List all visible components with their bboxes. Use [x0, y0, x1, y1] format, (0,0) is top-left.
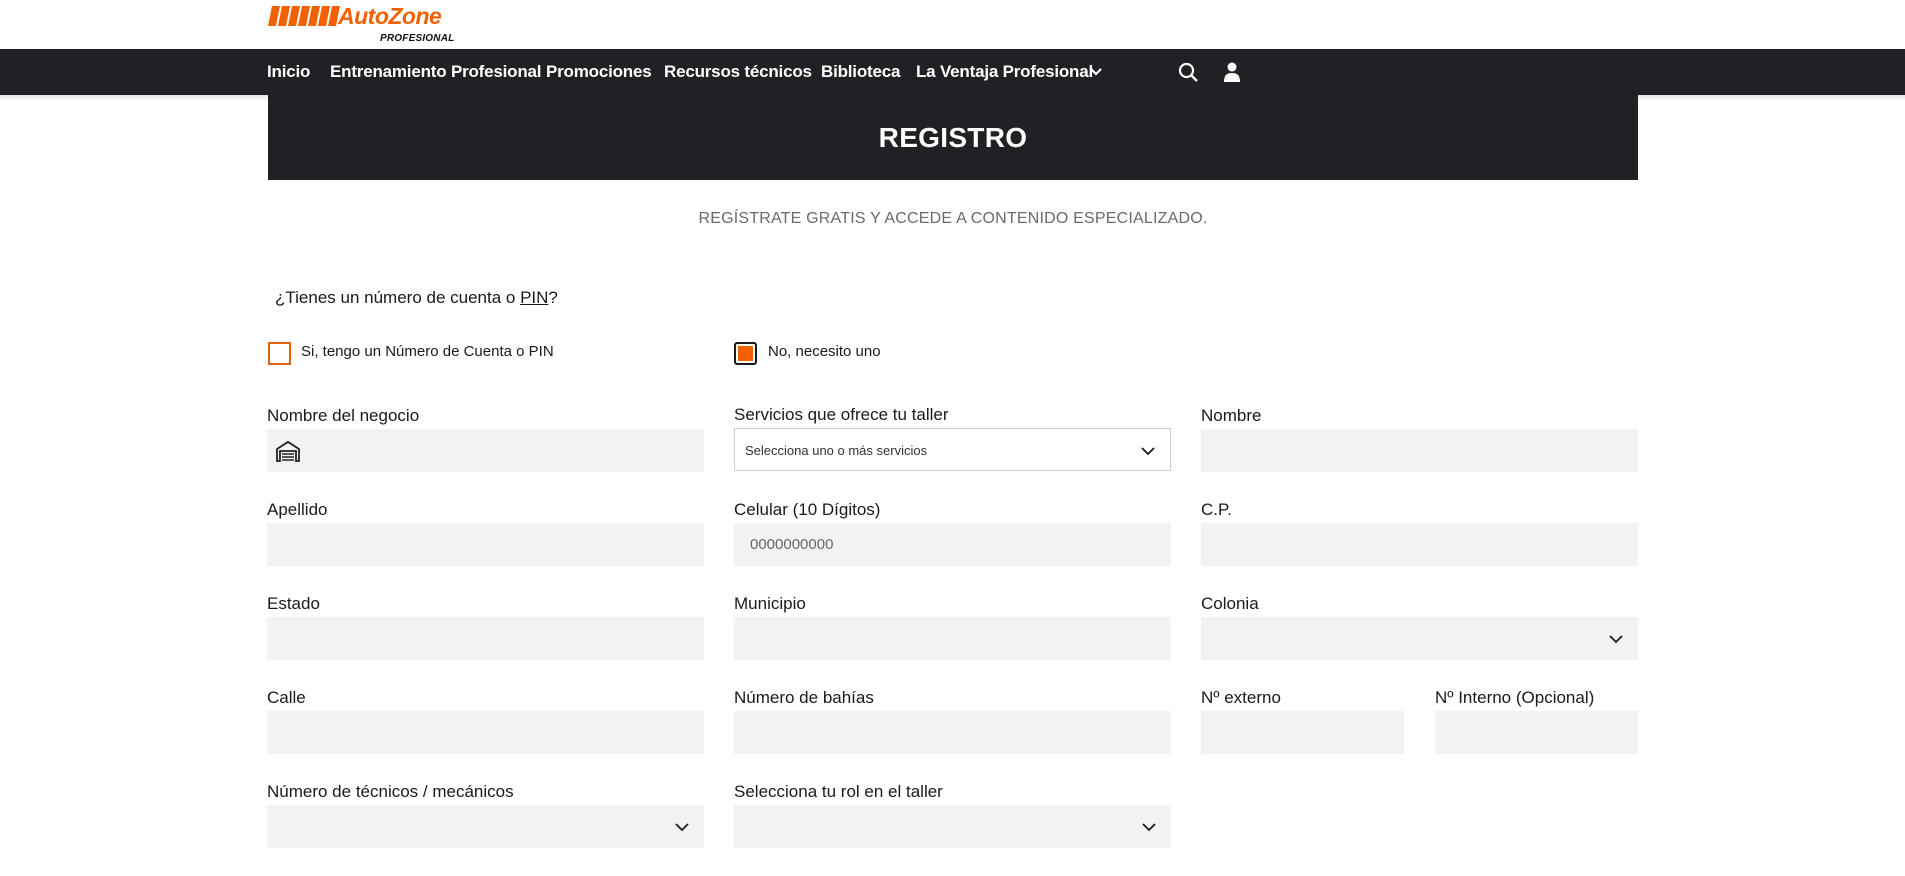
neighborhood-label: Colonia: [1201, 594, 1259, 613]
nav-item-promociones[interactable]: Promociones: [546, 49, 652, 95]
cellphone-input[interactable]: 0000000000: [734, 523, 1171, 566]
user-icon[interactable]: [1223, 62, 1241, 82]
logo-subtitle: PROFESIONAL: [380, 33, 455, 44]
business-name-input[interactable]: [267, 429, 704, 472]
services-select[interactable]: Selecciona uno o más servicios: [734, 428, 1171, 471]
business-name-label: Nombre del negocio: [267, 406, 420, 425]
garage-icon: [276, 440, 300, 462]
services-placeholder: Selecciona uno o más servicios: [745, 443, 928, 458]
nav-item-inicio[interactable]: Inicio: [267, 49, 310, 95]
municipality-input[interactable]: [734, 617, 1171, 660]
neighborhood-select[interactable]: [1201, 617, 1638, 660]
ext-number-input[interactable]: [1201, 711, 1404, 754]
has-account-label: Si, tengo un Número de Cuenta o PIN: [301, 343, 554, 360]
cellphone-placeholder: 0000000000: [750, 536, 834, 553]
main-nav: Inicio Entrenamiento Profesional Promoci…: [0, 49, 1905, 95]
state-input[interactable]: [267, 617, 704, 660]
need-account-checkbox[interactable]: [734, 342, 757, 365]
search-icon[interactable]: [1178, 62, 1198, 82]
bays-label: Número de bahías: [734, 688, 874, 707]
technicians-select[interactable]: [267, 805, 704, 848]
chevron-down-icon: [675, 823, 689, 832]
role-label: Selecciona tu rol en el taller: [734, 782, 943, 801]
street-input[interactable]: [267, 711, 704, 754]
autozone-logo[interactable]: AutoZone PROFESIONAL: [268, 3, 454, 44]
logo-wordmark: AutoZone: [338, 3, 442, 29]
int-number-label: Nº Interno (Opcional): [1435, 688, 1595, 707]
state-label: Estado: [267, 594, 320, 613]
bays-input[interactable]: [734, 711, 1171, 754]
zip-label: C.P.: [1201, 500, 1232, 519]
nav-item-recursos[interactable]: Recursos técnicos: [664, 49, 812, 95]
has-account-checkbox[interactable]: [268, 342, 291, 365]
last-name-input[interactable]: [267, 523, 704, 566]
role-select[interactable]: [734, 805, 1171, 848]
nav-item-ventaja[interactable]: La Ventaja Profesional: [916, 49, 1093, 95]
need-account-label: No, necesito uno: [768, 343, 881, 360]
first-name-label: Nombre: [1201, 406, 1262, 425]
page-title: REGISTRO: [878, 122, 1028, 153]
zip-input[interactable]: [1201, 523, 1638, 566]
page-subtitle: REGÍSTRATE GRATIS Y ACCEDE A CONTENIDO E…: [698, 210, 1208, 227]
first-name-input[interactable]: [1201, 429, 1638, 472]
chevron-down-icon: [1609, 635, 1623, 644]
last-name-label: Apellido: [267, 500, 328, 519]
account-question-text: ¿Tienes un número de cuenta o: [275, 288, 521, 307]
chevron-down-icon: [1142, 823, 1156, 832]
nav-item-entrenamiento[interactable]: Entrenamiento Profesional: [330, 49, 542, 95]
cellphone-label: Celular (10 Dígitos): [734, 500, 881, 519]
top-header: AutoZone PROFESIONAL: [0, 0, 1905, 49]
account-question: ¿Tienes un número de cuenta o PIN?: [275, 288, 558, 308]
pin-link[interactable]: PIN: [520, 288, 548, 307]
nav-item-biblioteca[interactable]: Biblioteca: [821, 49, 900, 95]
services-label: Servicios que ofrece tu taller: [734, 405, 949, 424]
int-number-input[interactable]: [1435, 711, 1638, 754]
logo-stripes-icon: [268, 6, 340, 26]
technicians-label: Número de técnicos / mecánicos: [267, 782, 514, 801]
ext-number-label: Nº externo: [1201, 688, 1281, 707]
chevron-down-icon[interactable]: [1088, 64, 1104, 80]
account-question-end: ?: [548, 288, 558, 307]
registration-banner: REGISTRO: [268, 95, 1638, 180]
street-label: Calle: [267, 688, 306, 707]
chevron-down-icon: [1141, 447, 1155, 456]
municipality-label: Municipio: [734, 594, 806, 613]
